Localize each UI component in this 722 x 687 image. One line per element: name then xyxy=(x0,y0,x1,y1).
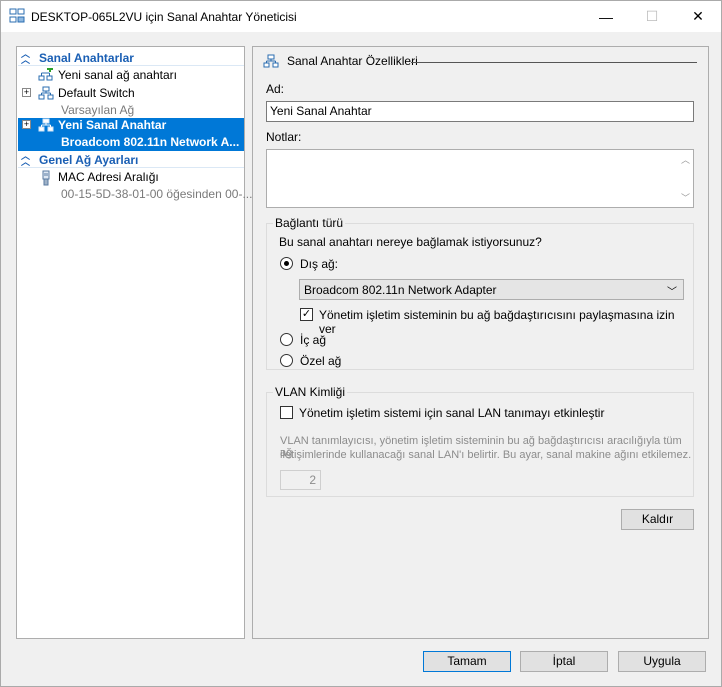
switch-properties-panel: Sanal Anahtar Özellikleri Ad: Yeni Sanal… xyxy=(252,46,709,639)
tree-item-mac-range[interactable]: MAC Adresi Aralığı 00-15-5D-38-01-00 öğe… xyxy=(18,170,252,203)
properties-title: Sanal Anahtar Özellikleri xyxy=(287,54,418,68)
tree-item-sublabel: Varsayılan Ağ xyxy=(61,103,135,117)
external-network-label[interactable]: Dış ağ: xyxy=(300,257,338,271)
collapse-chevron-icon[interactable]: ︿ ︿ xyxy=(21,50,31,65)
remove-button[interactable]: Kaldır xyxy=(621,509,694,530)
allow-share-checkbox[interactable]: ✓ xyxy=(300,308,313,321)
switch-tree: ︿ ︿ Sanal Anahtarlar Yeni sanal ağ anahta… xyxy=(16,46,252,639)
add-switch-icon xyxy=(38,68,53,81)
tree-item-sublabel: 00-15-5D-38-01-00 öğesinden 00-... xyxy=(61,187,253,201)
tree-item-sublabel: Broadcom 802.11n Network A... xyxy=(61,135,240,149)
vlan-description-line2: iletişimlerinde kullanacağı sanal LAN'ı … xyxy=(280,449,692,461)
vlan-id-input[interactable]: 2 xyxy=(280,470,321,490)
vlan-enable-label[interactable]: Yönetim işletim sistemi için sanal LAN t… xyxy=(299,406,604,420)
notes-textarea[interactable]: ︿ ﹀ xyxy=(266,149,694,208)
network-switch-icon xyxy=(38,86,54,100)
vlan-group-title: VLAN Kimliği xyxy=(273,385,348,399)
internal-network-label[interactable]: İç ağ xyxy=(300,333,326,347)
name-label: Ad: xyxy=(266,82,285,96)
cancel-button[interactable]: İptal xyxy=(520,651,608,672)
name-input[interactable]: Yeni Sanal Anahtar xyxy=(266,101,694,122)
connection-type-group: Bağlantı türü Bu sanal anahtarı nereye b… xyxy=(266,216,694,370)
notes-label: Notlar: xyxy=(266,130,302,144)
window-title: DESKTOP-065L2VU için Sanal Anahtar Yönet… xyxy=(31,10,297,24)
adapter-dropdown-value: Broadcom 802.11n Network Adapter xyxy=(304,283,497,297)
allow-share-label[interactable]: Yönetim işletim sisteminin bu ağ bağdaşt… xyxy=(319,308,693,336)
tree-item-label: Yeni sanal ağ anahtarı xyxy=(58,68,177,82)
header-divider xyxy=(411,62,697,63)
section-label: Genel Ağ Ayarları xyxy=(39,153,139,167)
network-plug-icon xyxy=(42,170,50,186)
internal-network-radio[interactable] xyxy=(280,333,293,346)
network-switch-icon xyxy=(38,118,54,132)
external-network-radio[interactable] xyxy=(280,257,293,270)
vlan-id-value: 2 xyxy=(309,473,316,487)
expand-icon[interactable]: + xyxy=(22,88,31,97)
section-divider xyxy=(18,167,244,168)
network-switch-icon xyxy=(263,54,279,68)
collapse-chevron-icon[interactable]: ︿ ︿ xyxy=(21,152,31,167)
vlan-enable-checkbox[interactable] xyxy=(280,406,293,419)
expand-icon[interactable]: + xyxy=(22,120,31,129)
tree-item-default-switch[interactable]: + Default Switch Varsayılan Ağ xyxy=(18,86,244,119)
title-bar: DESKTOP-065L2VU için Sanal Anahtar Yönet… xyxy=(1,1,721,32)
switch-manager-window: DESKTOP-065L2VU için Sanal Anahtar Yönet… xyxy=(0,0,722,687)
tree-item-label: Yeni Sanal Anahtar xyxy=(58,118,167,132)
section-virtual-switches[interactable]: ︿ ︿ Sanal Anahtarlar xyxy=(18,50,244,66)
properties-header: Sanal Anahtar Özellikleri xyxy=(263,54,418,68)
tree-item-new-switch[interactable]: Yeni sanal ağ anahtarı xyxy=(18,68,244,85)
tree-item-selected-switch[interactable]: + Yeni Sanal Anahtar Broadcom 802.11n Ne… xyxy=(18,118,244,151)
scroll-down-icon[interactable]: ﹀ xyxy=(681,191,690,204)
tree-item-label: MAC Adresi Aralığı xyxy=(58,170,159,184)
connection-type-title: Bağlantı türü xyxy=(273,216,346,230)
connection-question: Bu sanal anahtarı nereye bağlamak istiyo… xyxy=(279,235,542,249)
ok-button[interactable]: Tamam xyxy=(423,651,511,672)
section-divider xyxy=(18,65,244,66)
section-global-network-settings[interactable]: ︿ ︿ Genel Ağ Ayarları xyxy=(18,152,244,168)
scroll-up-icon[interactable]: ︿ xyxy=(681,153,690,166)
name-input-value: Yeni Sanal Anahtar xyxy=(270,104,372,118)
maximize-button[interactable]: ☐ xyxy=(629,1,675,32)
vlan-group: VLAN Kimliği Yönetim işletim sistemi içi… xyxy=(266,385,694,497)
chevron-down-icon: ﹀ xyxy=(667,287,677,298)
network-switch-icon xyxy=(9,8,25,23)
adapter-dropdown[interactable]: Broadcom 802.11n Network Adapter ﹀ xyxy=(299,279,684,300)
tree-item-label: Default Switch xyxy=(58,86,135,100)
minimize-button[interactable]: — xyxy=(583,1,629,32)
apply-button[interactable]: Uygula xyxy=(618,651,706,672)
private-network-radio[interactable] xyxy=(280,354,293,367)
close-button[interactable]: ✕ xyxy=(675,1,721,32)
private-network-label[interactable]: Özel ağ xyxy=(300,354,341,368)
section-label: Sanal Anahtarlar xyxy=(39,51,134,65)
